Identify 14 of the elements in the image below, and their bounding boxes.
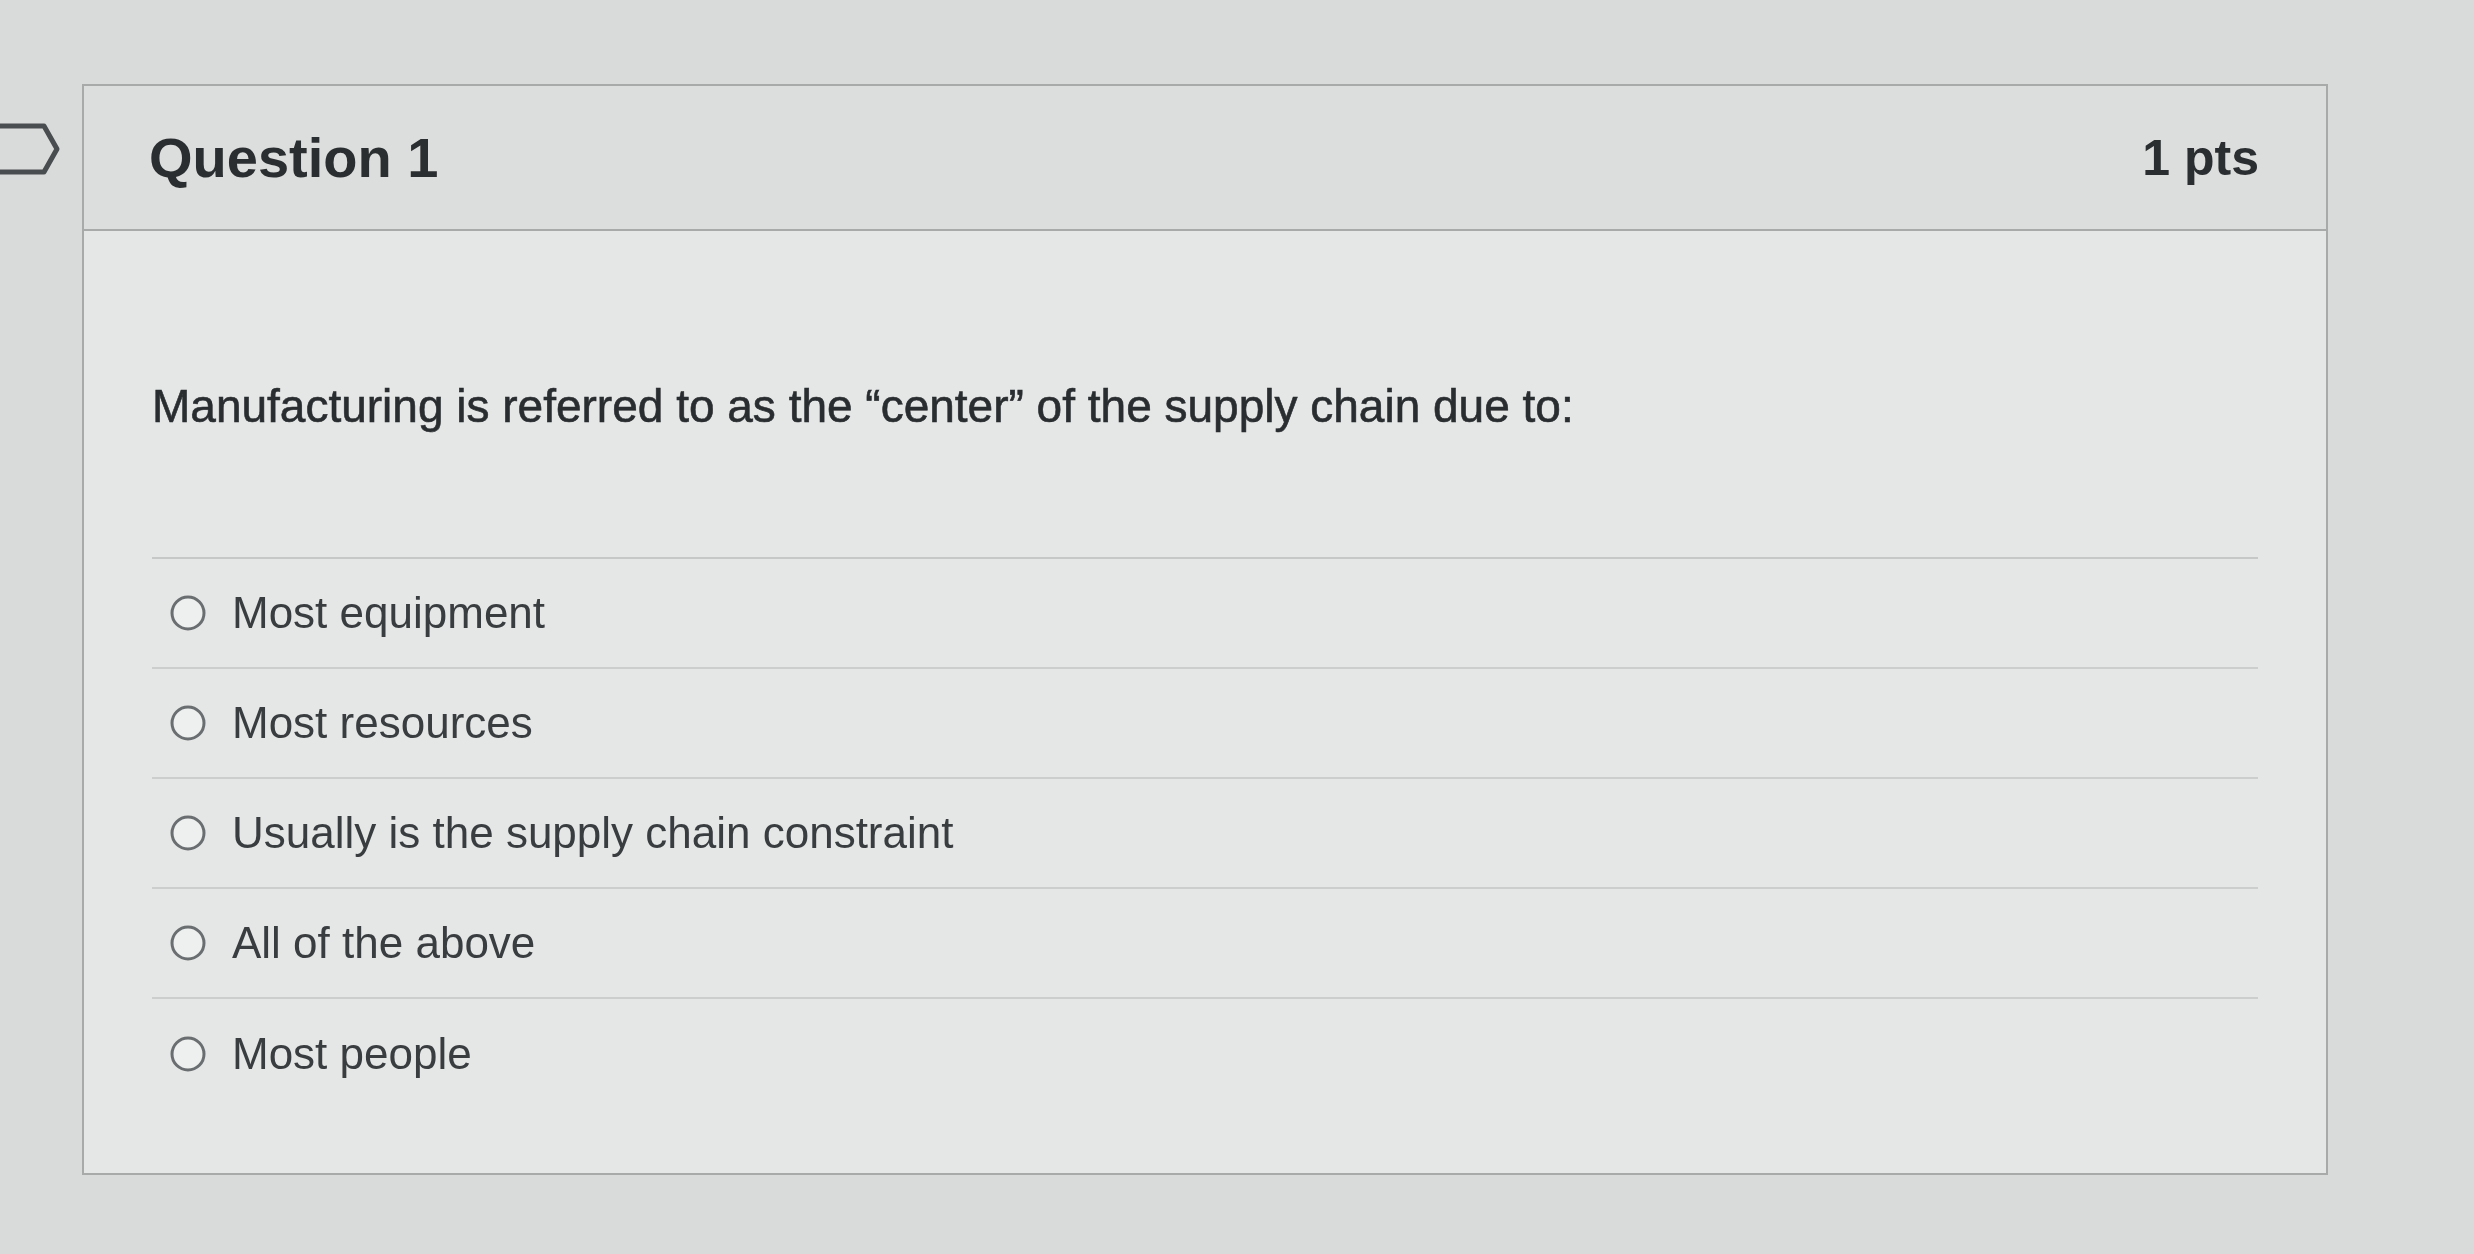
answer-option[interactable]: Most people [232,1029,472,1079]
question-title: Question 1 [149,125,439,190]
radio-button[interactable] [170,1036,206,1072]
radio-button[interactable] [170,925,206,961]
bookmark-flag-icon[interactable] [0,123,60,175]
question-points: 1 pts [2142,128,2259,187]
question-text: Manufacturing is referred to as the “center” of the supply chain due to: [152,379,1575,434]
answer-option[interactable]: All of the above [232,918,536,968]
answer-option[interactable]: Usually is the supply chain constraint [232,808,954,858]
radio-button[interactable] [170,595,206,631]
answer-option[interactable]: Most equipment [232,588,546,638]
answer-option[interactable]: Most resources [232,698,533,748]
radio-button[interactable] [170,705,206,741]
radio-button[interactable] [170,815,206,851]
